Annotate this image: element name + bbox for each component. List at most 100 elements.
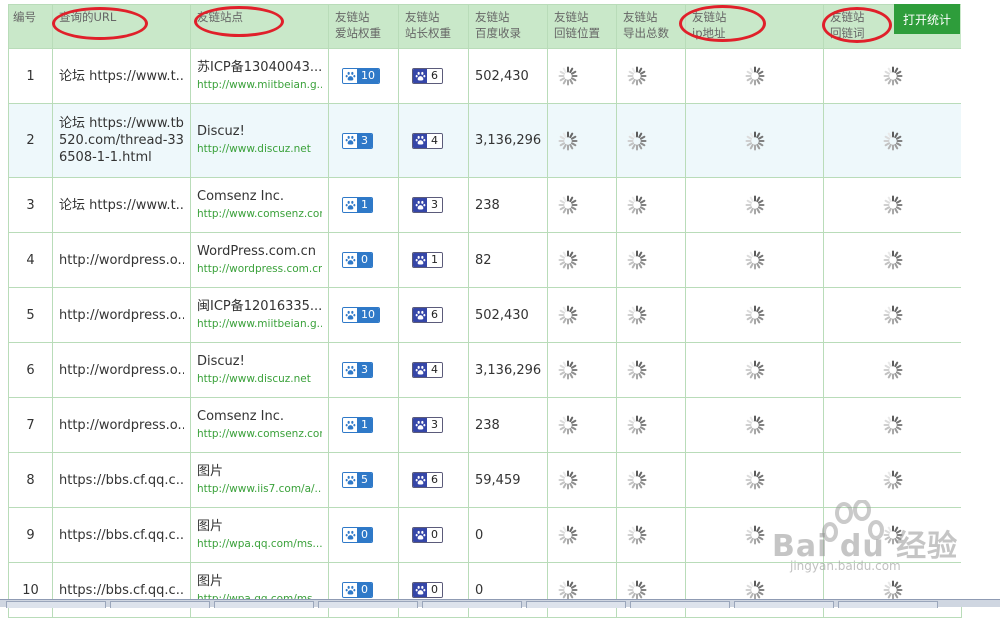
paw-icon — [413, 473, 427, 487]
spinner-icon — [623, 359, 679, 381]
site-url-link[interactable]: http://www.comsenz.com — [197, 426, 322, 443]
spinner-icon — [554, 194, 610, 216]
zhanzhang-weight-badge[interactable]: 3 — [412, 417, 443, 433]
aizhan-weight-badge[interactable]: 10 — [342, 68, 380, 84]
paw-icon — [343, 418, 357, 432]
spinner-icon — [554, 524, 610, 546]
taskbar-item[interactable] — [838, 601, 938, 608]
spinner-icon — [554, 469, 610, 491]
aizhan-weight-badge[interactable]: 1 — [342, 417, 373, 433]
backlink-word-cell — [823, 48, 962, 104]
ip-address-cell — [685, 452, 824, 508]
site-name: Discuz! — [197, 353, 245, 369]
aizhan-weight-badge[interactable]: 1 — [342, 197, 373, 213]
zhanzhang-weight-badge[interactable]: 6 — [412, 307, 443, 323]
query-url-link[interactable]: https://bbs.cf.qq.c... — [59, 582, 184, 599]
row-id: 6 — [8, 342, 53, 398]
col-id: 编号 — [8, 4, 53, 49]
spinner-icon — [623, 194, 679, 216]
taskbar-item[interactable] — [526, 601, 626, 608]
aizhan-weight-badge[interactable]: 10 — [342, 307, 380, 323]
aizhan-weight-badge[interactable]: 0 — [342, 527, 373, 543]
table-row: 6 http://wordpress.o... Discuz! http://www.… — [8, 342, 962, 398]
table-row: 8 https://bbs.cf.qq.c... 图片 http://www.iis7… — [8, 452, 962, 508]
query-url-cell: 论坛 https://www.tb520.com/thread-336508-1… — [52, 103, 191, 178]
zhanzhang-weight-badge[interactable]: 1 — [412, 252, 443, 268]
spinner-icon — [830, 469, 955, 491]
aizhan-weight-badge[interactable]: 0 — [342, 252, 373, 268]
spinner-icon — [692, 359, 817, 381]
backlink-position-cell — [547, 562, 617, 618]
site-url-link[interactable]: http://www.iis7.com/a/... — [197, 481, 322, 498]
backlink-position-cell — [547, 397, 617, 453]
aizhan-weight-cell: 10 — [328, 287, 399, 343]
export-total-cell — [616, 452, 686, 508]
zhanzhang-weight-badge[interactable]: 4 — [412, 132, 443, 149]
zhanzhang-weight-cell: 6 — [398, 287, 469, 343]
site-url-link[interactable]: http://www.discuz.net — [197, 371, 322, 388]
spinner-icon — [554, 414, 610, 436]
query-url-link[interactable]: https://bbs.cf.qq.c... — [59, 527, 184, 544]
aizhan-weight-badge[interactable]: 3 — [342, 132, 373, 149]
spinner-icon — [554, 359, 610, 381]
query-url-link[interactable]: 论坛 https://www.t... — [59, 68, 184, 85]
zhanzhang-weight-badge[interactable]: 4 — [412, 362, 443, 378]
open-stats-button[interactable]: 打开统计 — [894, 4, 960, 34]
spinner-icon — [830, 65, 955, 87]
row-id: 10 — [8, 562, 53, 618]
row-id: 9 — [8, 507, 53, 563]
spinner-icon — [692, 194, 817, 216]
site-url-link[interactable]: http://wordpress.com.cn — [197, 261, 322, 278]
site-cell: Comsenz Inc. http://www.comsenz.com — [190, 177, 329, 233]
taskbar-item[interactable] — [6, 601, 106, 608]
spinner-icon — [692, 130, 817, 152]
zhanzhang-weight-value: 3 — [427, 418, 442, 432]
taskbar-item[interactable] — [318, 601, 418, 608]
query-url-link[interactable]: http://wordpress.o... — [59, 252, 184, 269]
aizhan-weight-value: 0 — [357, 583, 372, 597]
query-url-link[interactable]: http://wordpress.o... — [59, 307, 184, 324]
aizhan-weight-badge[interactable]: 5 — [342, 472, 373, 488]
table-row: 1 论坛 https://www.t... 苏ICP备13040043... http… — [8, 48, 962, 104]
taskbar-item[interactable] — [630, 601, 730, 608]
taskbar-item[interactable] — [110, 601, 210, 608]
site-name: 苏ICP备13040043... — [197, 59, 322, 75]
zhanzhang-weight-badge[interactable]: 3 — [412, 197, 443, 213]
paw-icon — [343, 473, 357, 487]
backlink-position-cell — [547, 48, 617, 104]
paw-icon — [413, 308, 427, 322]
query-url-cell: https://bbs.cf.qq.c... — [52, 562, 191, 618]
aizhan-weight-cell: 1 — [328, 177, 399, 233]
paw-icon — [343, 308, 357, 322]
site-cell: 图片 http://www.iis7.com/a/... — [190, 452, 329, 508]
ip-address-cell — [685, 48, 824, 104]
query-url-link[interactable]: 论坛 https://www.tb520.com/thread-336508-1… — [59, 115, 184, 166]
taskbar-item[interactable] — [214, 601, 314, 608]
site-url-link[interactable]: http://www.discuz.net — [197, 141, 322, 158]
table-row: 5 http://wordpress.o... 闽ICP备12016335... ht… — [8, 287, 962, 343]
taskbar-item[interactable] — [422, 601, 522, 608]
taskbar-item[interactable] — [734, 601, 834, 608]
zhanzhang-weight-badge[interactable]: 0 — [412, 582, 443, 598]
zhanzhang-weight-cell: 3 — [398, 397, 469, 453]
query-url-link[interactable]: http://wordpress.o... — [59, 362, 184, 379]
site-url-link[interactable]: http://www.miitbeian.g... — [197, 316, 322, 333]
query-url-cell: https://bbs.cf.qq.c... — [52, 507, 191, 563]
query-url-link[interactable]: https://bbs.cf.qq.c... — [59, 472, 184, 489]
zhanzhang-weight-badge[interactable]: 6 — [412, 472, 443, 488]
query-url-link[interactable]: http://wordpress.o... — [59, 417, 184, 434]
aizhan-weight-cell: 10 — [328, 48, 399, 104]
query-url-cell: https://bbs.cf.qq.c... — [52, 452, 191, 508]
row-id: 8 — [8, 452, 53, 508]
paw-icon — [413, 69, 427, 83]
spinner-icon — [692, 249, 817, 271]
site-url-link[interactable]: http://www.miitbeian.g... — [197, 77, 322, 94]
export-total-cell — [616, 507, 686, 563]
aizhan-weight-badge[interactable]: 0 — [342, 582, 373, 598]
site-url-link[interactable]: http://wpa.qq.com/ms... — [197, 536, 322, 553]
aizhan-weight-badge[interactable]: 3 — [342, 362, 373, 378]
site-url-link[interactable]: http://www.comsenz.com — [197, 206, 322, 223]
zhanzhang-weight-badge[interactable]: 6 — [412, 68, 443, 84]
query-url-link[interactable]: 论坛 https://www.t... — [59, 197, 184, 214]
zhanzhang-weight-badge[interactable]: 0 — [412, 527, 443, 543]
